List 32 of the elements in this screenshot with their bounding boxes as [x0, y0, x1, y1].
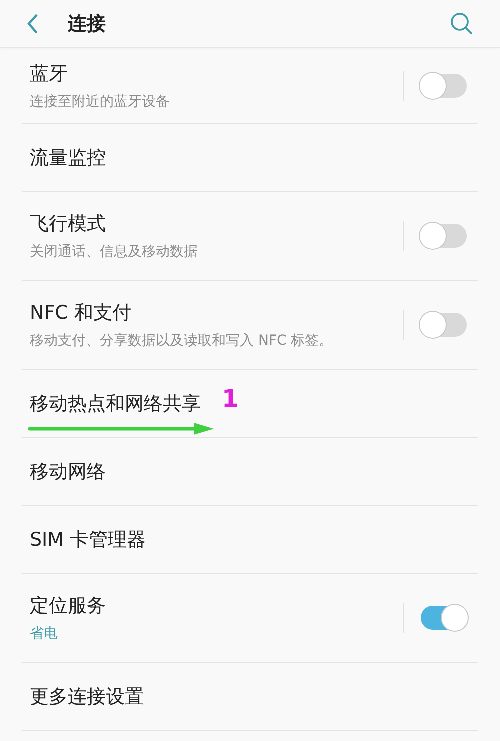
settings-row[interactable]: 移动网络 — [22, 438, 478, 506]
setting-title: 移动热点和网络共享 — [30, 392, 201, 416]
settings-row[interactable]: 定位服务 省电 — [22, 574, 478, 663]
page-title: 连接 — [68, 12, 107, 36]
settings-row[interactable]: 流量监控 — [22, 124, 478, 192]
toggle-switch[interactable] — [421, 224, 467, 248]
setting-title: 定位服务 — [30, 594, 106, 619]
search-icon — [450, 12, 474, 36]
search-button[interactable] — [450, 12, 474, 36]
setting-description: 移动支付、分享数据以及读取和写入 NFC 标签。 — [30, 332, 334, 350]
settings-row[interactable]: 移动热点和网络共享 1 — [22, 370, 478, 438]
setting-title: NFC 和支付 — [30, 301, 132, 326]
settings-row[interactable]: NFC 和支付 移动支付、分享数据以及读取和写入 NFC 标签。 — [22, 281, 478, 370]
settings-row[interactable]: 蓝牙 连接至附近的蓝牙设备 — [22, 48, 478, 124]
back-icon — [26, 12, 40, 34]
toggle-switch[interactable] — [421, 606, 467, 630]
settings-row[interactable]: SIM 卡管理器 — [22, 506, 478, 574]
setting-title: 移动网络 — [30, 460, 106, 484]
setting-title: SIM 卡管理器 — [30, 528, 146, 552]
setting-description: 省电 — [30, 625, 58, 643]
step-number: 1 — [222, 384, 239, 412]
toggle-switch[interactable] — [421, 74, 467, 98]
back-button[interactable] — [26, 12, 40, 34]
setting-title: 飞行模式 — [30, 212, 106, 237]
setting-description: 关闭通话、信息及移动数据 — [30, 243, 198, 261]
settings-row[interactable]: 更多连接设置 — [22, 663, 478, 731]
toggle-switch[interactable] — [421, 313, 467, 337]
settings-row[interactable]: 飞行模式 关闭通话、信息及移动数据 — [22, 192, 478, 281]
setting-title: 蓝牙 — [30, 62, 68, 86]
setting-description: 连接至附近的蓝牙设备 — [30, 92, 170, 110]
setting-title: 流量监控 — [30, 146, 106, 170]
setting-title: 更多连接设置 — [30, 684, 144, 710]
